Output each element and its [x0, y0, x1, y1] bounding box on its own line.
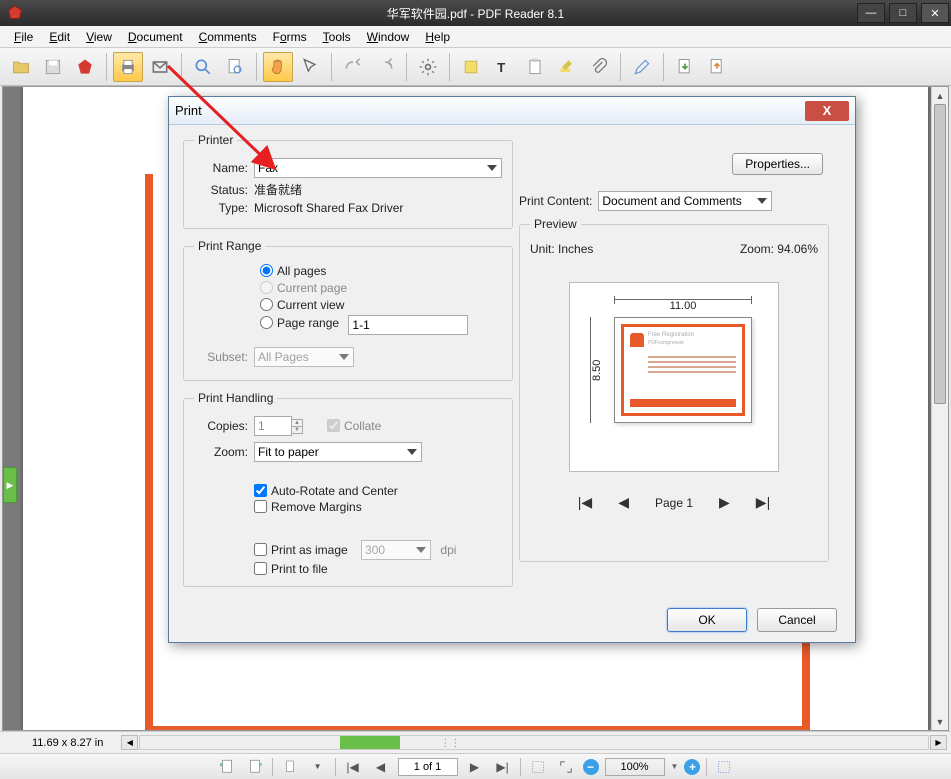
menu-comments[interactable]: Comments — [191, 27, 265, 47]
dpi-label: dpi — [440, 543, 456, 557]
page-dimensions: 11.69 x 8.27 in — [4, 737, 121, 749]
menu-help[interactable]: Help — [417, 27, 458, 47]
page-range-input[interactable] — [348, 315, 468, 335]
subset-label: Subset: — [194, 350, 248, 364]
app-logo-icon[interactable] — [70, 52, 100, 82]
type-label: Type: — [194, 201, 248, 215]
range-legend: Print Range — [194, 239, 265, 253]
cancel-button[interactable]: Cancel — [757, 608, 837, 632]
save-icon[interactable] — [38, 52, 68, 82]
zoom-mode-label: Zoom: — [194, 445, 248, 459]
window-title: 华军软件园.pdf - PDF Reader 8.1 — [0, 5, 951, 22]
auto-rotate-checkbox[interactable]: Auto-Rotate and Center — [254, 484, 398, 498]
menu-document[interactable]: Document — [120, 27, 191, 47]
name-label: Name: — [194, 161, 248, 175]
preview-first-icon[interactable]: |◀ — [578, 494, 592, 511]
printer-legend: Printer — [194, 133, 237, 147]
printer-name-combo[interactable]: Fax — [254, 158, 502, 178]
import-icon[interactable] — [670, 52, 700, 82]
menu-file[interactable]: File — [6, 27, 41, 47]
redo-icon[interactable] — [370, 52, 400, 82]
status-bar: 11.69 x 8.27 in ◀ ⋮⋮ ▶ — [0, 731, 951, 753]
status-label: Status: — [194, 183, 248, 197]
print-icon[interactable] — [113, 52, 143, 82]
window-titlebar: 华军软件园.pdf - PDF Reader 8.1 — □ ✕ — [0, 0, 951, 26]
zoom-out-button[interactable]: − — [583, 759, 599, 775]
page-number-input[interactable] — [398, 758, 458, 776]
text-icon[interactable]: T — [488, 52, 518, 82]
collate-checkbox: Collate — [327, 419, 381, 433]
mail-icon[interactable] — [145, 52, 175, 82]
preview-unit: Unit: Inches — [530, 242, 593, 256]
search-icon[interactable] — [188, 52, 218, 82]
radio-current-page: Current page — [260, 281, 347, 295]
print-content-label: Print Content: — [519, 194, 592, 208]
lock-icon — [630, 333, 644, 347]
menu-tools[interactable]: Tools — [315, 27, 359, 47]
preview-last-icon[interactable]: ▶| — [756, 494, 770, 511]
hand-tool-icon[interactable] — [263, 52, 293, 82]
subset-combo: All Pages — [254, 347, 354, 367]
menu-window[interactable]: Window — [359, 27, 418, 47]
remove-margins-checkbox[interactable]: Remove Margins — [254, 500, 362, 514]
svg-text:T: T — [497, 60, 505, 75]
print-content-combo[interactable]: Document and Comments — [598, 191, 772, 211]
dpi-combo: 300 — [361, 540, 431, 560]
copies-input — [254, 416, 292, 436]
zoom-in-button[interactable]: + — [684, 759, 700, 775]
select-tool-icon[interactable] — [295, 52, 325, 82]
menu-edit[interactable]: Edit — [41, 27, 78, 47]
radio-page-range[interactable]: Page range — [260, 316, 339, 330]
find-page-icon[interactable] — [220, 52, 250, 82]
radio-current-view[interactable]: Current view — [260, 298, 344, 312]
menu-forms[interactable]: Forms — [265, 27, 315, 47]
printer-type: Microsoft Shared Fax Driver — [254, 201, 403, 215]
pencil-icon[interactable] — [627, 52, 657, 82]
note-icon[interactable] — [456, 52, 486, 82]
dialog-close-button[interactable]: X — [805, 101, 849, 121]
highlight-icon[interactable] — [552, 52, 582, 82]
preview-width: 11.00 — [614, 299, 752, 312]
navigation-bar: ▼ |◀ ◀ ▶ ▶| − 100% ▼ + — [0, 753, 951, 779]
attach-icon[interactable] — [584, 52, 614, 82]
zoom-level[interactable]: 100% — [605, 758, 665, 776]
radio-all[interactable]: All pages — [260, 264, 326, 278]
print-to-file-checkbox[interactable]: Print to file — [254, 562, 328, 576]
preview-zoom: Zoom: 94.06% — [740, 242, 818, 256]
preview-prev-icon[interactable]: ◀ — [618, 494, 629, 511]
ok-button[interactable]: OK — [667, 608, 747, 632]
left-panel-toggle[interactable]: ▶ — [3, 467, 17, 503]
vertical-scrollbar[interactable]: ▲ ▼ — [931, 87, 948, 730]
menu-view[interactable]: View — [78, 27, 120, 47]
properties-button[interactable]: Properties... — [732, 153, 823, 175]
horizontal-scrollbar[interactable]: ◀ ⋮⋮ ▶ — [121, 735, 947, 750]
main-toolbar: T — [0, 48, 951, 86]
dialog-title: Print — [175, 103, 202, 118]
print-as-image-checkbox[interactable]: Print as image — [254, 543, 348, 557]
export-icon[interactable] — [702, 52, 732, 82]
preview-next-icon[interactable]: ▶ — [719, 494, 730, 511]
undo-icon[interactable] — [338, 52, 368, 82]
open-icon[interactable] — [6, 52, 36, 82]
preview-canvas: 11.00 8.50 Free Registration PDFcompress… — [569, 282, 779, 472]
copies-label: Copies: — [194, 419, 248, 433]
menu-bar: File Edit View Document Comments Forms T… — [0, 26, 951, 48]
settings-icon[interactable] — [413, 52, 443, 82]
print-dialog: Print X Printer Name: Fax Status: 准备就绪 T… — [168, 96, 856, 643]
preview-pager: |◀ ◀ Page 1 ▶ ▶| — [530, 494, 818, 511]
printer-status: 准备就绪 — [254, 181, 302, 198]
dialog-titlebar: Print X — [169, 97, 855, 125]
handling-legend: Print Handling — [194, 391, 277, 405]
printer-group: Printer Name: Fax Status: 准备就绪 Type: Mic… — [183, 133, 513, 229]
preview-group: Preview Unit: Inches Zoom: 94.06% 11.00 … — [519, 217, 829, 562]
zoom-mode-combo[interactable]: Fit to paper — [254, 442, 422, 462]
print-handling-group: Print Handling Copies: ▲ ▼ Collate Zoom:… — [183, 391, 513, 587]
preview-legend: Preview — [530, 217, 581, 231]
preview-page: Free Registration PDFcompressor — [614, 317, 752, 423]
print-range-group: Print Range All pages Current page Curre… — [183, 239, 513, 381]
preview-page-label: Page 1 — [655, 496, 693, 510]
preview-height: 8.50 — [590, 317, 603, 423]
clipboard-icon[interactable] — [520, 52, 550, 82]
